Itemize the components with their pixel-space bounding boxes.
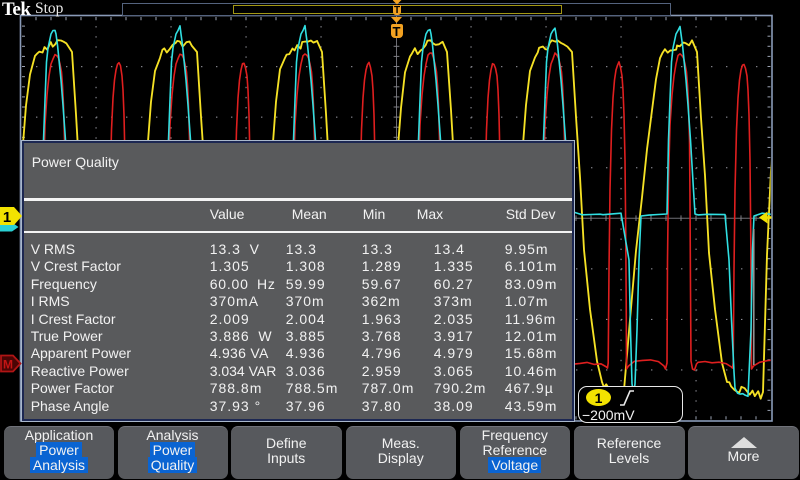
svg-text:M: M bbox=[3, 358, 13, 372]
svg-text:1: 1 bbox=[3, 209, 11, 226]
